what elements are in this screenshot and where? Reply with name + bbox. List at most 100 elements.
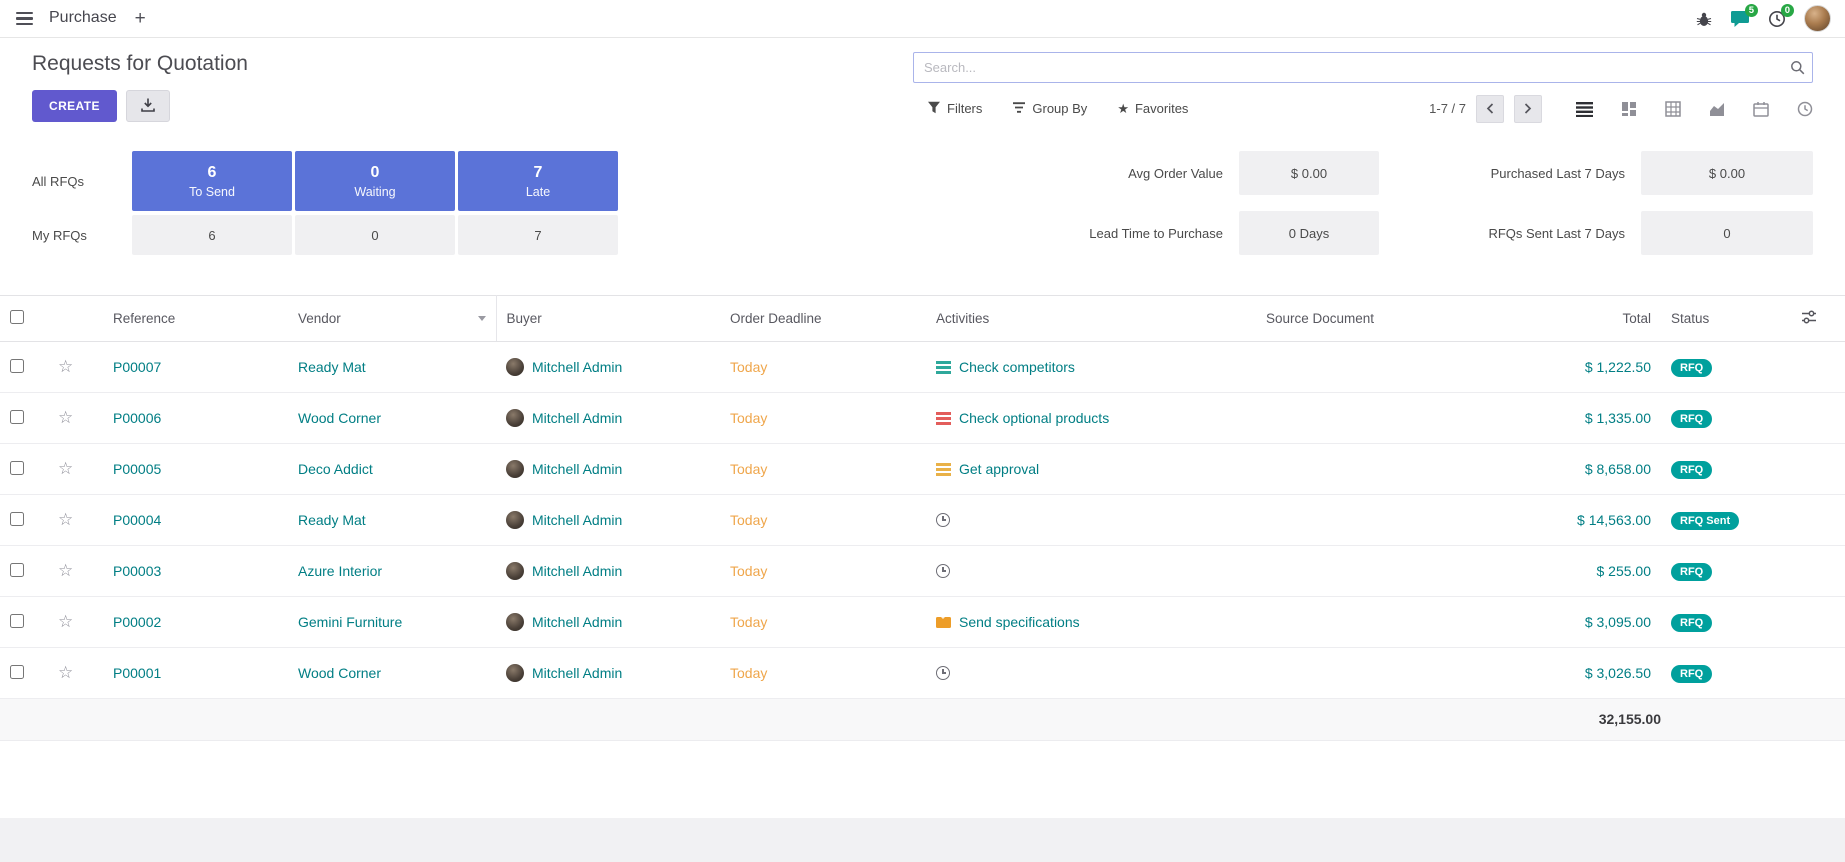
purchased-last-7-days: $ 0.00 <box>1641 151 1813 195</box>
activity-list-teal-icon[interactable] <box>936 361 951 374</box>
vendor-link[interactable]: Deco Addict <box>298 461 373 477</box>
row-checkbox[interactable] <box>10 359 24 373</box>
search-input[interactable] <box>913 52 1813 83</box>
search-icon[interactable] <box>1790 60 1805 80</box>
header-vendor[interactable]: Vendor <box>288 296 496 342</box>
tile-late[interactable]: 7 Late <box>458 151 618 211</box>
debug-bug-icon[interactable] <box>1696 11 1712 27</box>
reference-link[interactable]: P00006 <box>113 410 161 426</box>
header-order-deadline[interactable]: Order Deadline <box>720 296 926 342</box>
create-button[interactable]: CREATE <box>32 90 117 122</box>
view-pivot-icon[interactable] <box>1665 101 1681 117</box>
group-by-button[interactable]: Group By <box>1012 101 1087 117</box>
row-checkbox[interactable] <box>10 614 24 628</box>
apps-hamburger-icon[interactable] <box>14 8 35 29</box>
table-row[interactable]: ☆ P00004 Ready Mat Mitchell Admin Today … <box>0 495 1845 546</box>
header-status[interactable]: Status <box>1661 296 1791 342</box>
order-deadline-value: Today <box>730 614 767 630</box>
activity-clock-icon[interactable] <box>936 666 950 680</box>
favorite-star-icon[interactable]: ☆ <box>58 663 73 682</box>
activity-clock-icon[interactable] <box>936 564 950 578</box>
activity-list-red-icon[interactable] <box>936 412 951 425</box>
buyer-link[interactable]: Mitchell Admin <box>532 512 622 528</box>
buyer-link[interactable]: Mitchell Admin <box>532 563 622 579</box>
vendor-link[interactable]: Ready Mat <box>298 512 366 528</box>
table-row[interactable]: ☆ P00007 Ready Mat Mitchell Admin Today … <box>0 342 1845 393</box>
favorite-star-icon[interactable]: ☆ <box>58 459 73 478</box>
view-graph-icon[interactable] <box>1709 101 1725 117</box>
table-row[interactable]: ☆ P00002 Gemini Furniture Mitchell Admin… <box>0 597 1845 648</box>
app-menu-purchase[interactable]: Purchase <box>49 9 117 27</box>
header-buyer[interactable]: Buyer <box>496 296 720 342</box>
row-checkbox[interactable] <box>10 665 24 679</box>
user-avatar[interactable] <box>1804 5 1831 32</box>
header-activities[interactable]: Activities <box>926 296 1256 342</box>
rfq-list-table: Reference Vendor Buyer Order Deadline Ac… <box>0 295 1845 741</box>
buyer-link[interactable]: Mitchell Admin <box>532 461 622 477</box>
favorite-star-icon[interactable]: ☆ <box>58 561 73 580</box>
activity-label[interactable]: Check optional products <box>959 410 1109 426</box>
activity-label[interactable]: Get approval <box>959 461 1039 477</box>
favorite-star-icon[interactable]: ☆ <box>58 408 73 427</box>
buyer-link[interactable]: Mitchell Admin <box>532 665 622 681</box>
view-activity-icon[interactable] <box>1797 101 1813 117</box>
select-all-checkbox[interactable] <box>10 310 24 324</box>
buyer-link[interactable]: Mitchell Admin <box>532 359 622 375</box>
header-total[interactable]: Total <box>1481 296 1661 342</box>
my-to-send-count[interactable]: 6 <box>132 215 292 255</box>
optional-columns-sliders-icon[interactable] <box>1801 309 1817 325</box>
table-row[interactable]: ☆ P00006 Wood Corner Mitchell Admin Toda… <box>0 393 1845 444</box>
favorites-button[interactable]: ★ Favorites <box>1117 101 1188 117</box>
reference-link[interactable]: P00002 <box>113 614 161 630</box>
view-kanban-icon[interactable] <box>1621 101 1637 117</box>
my-rfqs-label: My RFQs <box>32 228 129 243</box>
page-title: Requests for Quotation <box>32 52 913 76</box>
vendor-link[interactable]: Azure Interior <box>298 563 382 579</box>
buyer-link[interactable]: Mitchell Admin <box>532 410 622 426</box>
vendor-link[interactable]: Gemini Furniture <box>298 614 402 630</box>
row-checkbox[interactable] <box>10 410 24 424</box>
filters-button[interactable]: Filters <box>927 101 982 117</box>
chevron-down-icon[interactable] <box>478 316 486 321</box>
favorite-star-icon[interactable]: ☆ <box>58 612 73 631</box>
favorite-star-icon[interactable]: ☆ <box>58 357 73 376</box>
activity-label[interactable]: Send specifications <box>959 614 1080 630</box>
row-checkbox[interactable] <box>10 563 24 577</box>
table-row[interactable]: ☆ P00003 Azure Interior Mitchell Admin T… <box>0 546 1845 597</box>
messages-icon[interactable]: 5 <box>1730 10 1750 28</box>
tile-waiting[interactable]: 0 Waiting <box>295 151 455 211</box>
reference-link[interactable]: P00001 <box>113 665 161 681</box>
tile-to-send[interactable]: 6 To Send <box>132 151 292 211</box>
reference-link[interactable]: P00004 <box>113 512 161 528</box>
table-row[interactable]: ☆ P00001 Wood Corner Mitchell Admin Toda… <box>0 648 1845 699</box>
reference-link[interactable]: P00003 <box>113 563 161 579</box>
plus-icon[interactable]: + <box>131 9 150 28</box>
pager-next-button[interactable] <box>1514 95 1542 123</box>
activity-clock-icon[interactable] <box>936 513 950 527</box>
table-row[interactable]: ☆ P00005 Deco Addict Mitchell Admin Toda… <box>0 444 1845 495</box>
export-button[interactable] <box>126 90 170 122</box>
header-source-document[interactable]: Source Document <box>1256 296 1481 342</box>
vendor-link[interactable]: Wood Corner <box>298 410 381 426</box>
status-badge: RFQ <box>1671 410 1712 428</box>
favorite-star-icon[interactable]: ☆ <box>58 510 73 529</box>
activity-label[interactable]: Check competitors <box>959 359 1075 375</box>
pager-previous-button[interactable] <box>1476 95 1504 123</box>
reference-link[interactable]: P00005 <box>113 461 161 477</box>
reference-link[interactable]: P00007 <box>113 359 161 375</box>
row-checkbox[interactable] <box>10 461 24 475</box>
activity-envelope-icon[interactable] <box>936 617 951 628</box>
view-calendar-icon[interactable] <box>1753 101 1769 117</box>
my-waiting-count[interactable]: 0 <box>295 215 455 255</box>
row-checkbox[interactable] <box>10 512 24 526</box>
buyer-link[interactable]: Mitchell Admin <box>532 614 622 630</box>
vendor-link[interactable]: Ready Mat <box>298 359 366 375</box>
activities-clock-icon[interactable]: 0 <box>1768 10 1786 28</box>
vendor-link[interactable]: Wood Corner <box>298 665 381 681</box>
total-amount: $ 3,026.50 <box>1585 665 1651 681</box>
buyer-avatar <box>506 358 524 376</box>
view-list-icon[interactable] <box>1576 101 1593 117</box>
my-late-count[interactable]: 7 <box>458 215 618 255</box>
activity-list-yellow-icon[interactable] <box>936 463 951 476</box>
header-reference[interactable]: Reference <box>103 296 288 342</box>
